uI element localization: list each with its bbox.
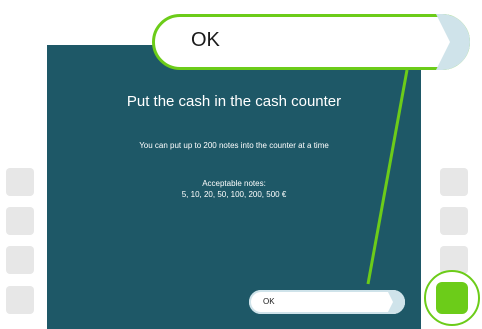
- screen-ok-button[interactable]: OK: [249, 290, 405, 314]
- left-side-button-4[interactable]: [6, 286, 34, 314]
- green-confirm-button[interactable]: [436, 282, 468, 314]
- acceptable-notes-values: 5, 10, 20, 50, 100, 200, 500 €: [181, 190, 287, 199]
- screen-ok-label: OK: [263, 297, 275, 306]
- chevron-right-icon: [436, 14, 470, 70]
- ok-callout: OK: [152, 14, 470, 70]
- acceptable-notes-label: Acceptable notes:: [202, 179, 266, 188]
- callout-label: OK: [191, 29, 220, 51]
- left-side-button-2[interactable]: [6, 207, 34, 235]
- atm-screen: Put the cash in the cash counter You can…: [47, 45, 421, 329]
- right-side-button-2[interactable]: [440, 207, 468, 235]
- screen-subtitle: You can put up to 200 notes into the cou…: [139, 141, 329, 150]
- screen-title: Put the cash in the cash counter: [126, 93, 342, 110]
- chevron-right-icon: [387, 290, 405, 314]
- left-side-button-3[interactable]: [6, 246, 34, 274]
- left-side-button-1[interactable]: [6, 168, 34, 196]
- right-side-button-1[interactable]: [440, 168, 468, 196]
- highlighted-ok-hardware-button[interactable]: [424, 270, 480, 326]
